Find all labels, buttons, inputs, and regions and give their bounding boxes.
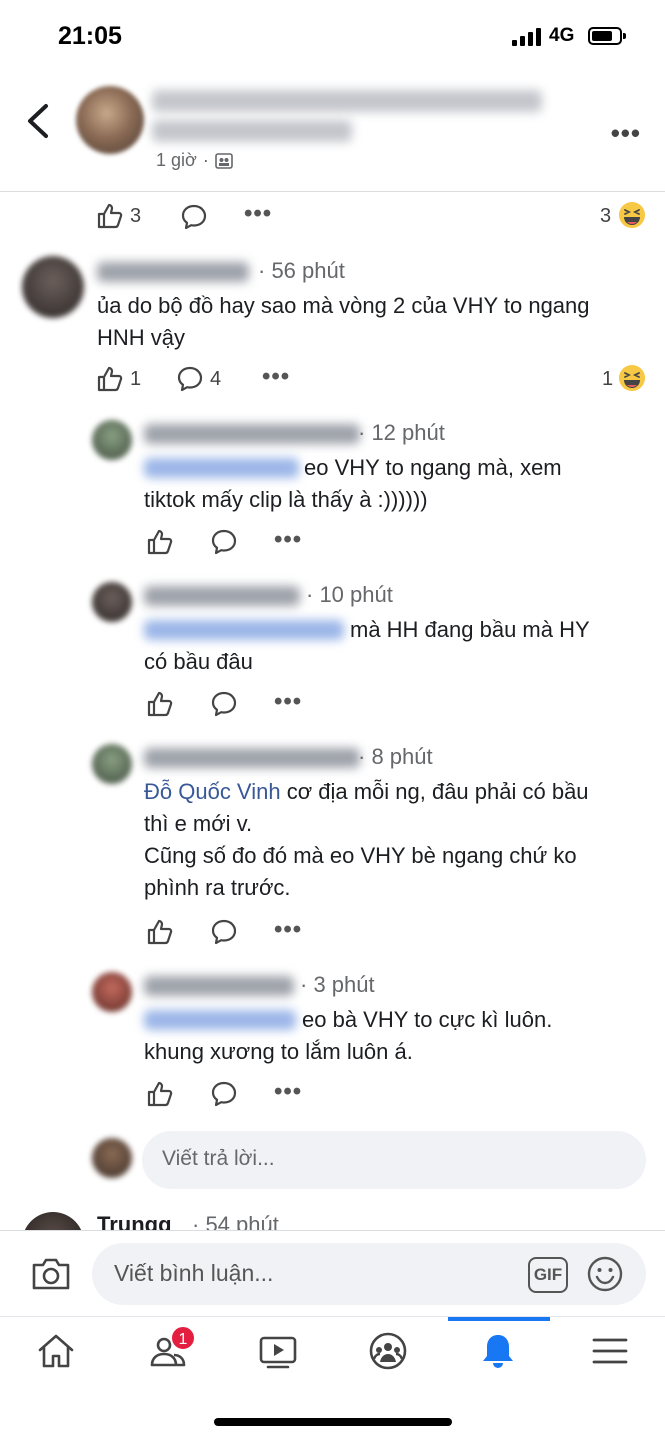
reply-mention-link[interactable]: Đỗ Quốc Vinh [144,779,281,804]
comment-icon [177,366,203,392]
comment-input[interactable]: Viết bình luận... GIF [92,1243,646,1305]
post-like-button[interactable]: 3 [96,202,141,230]
commenter-name-blurred[interactable] [97,262,249,282]
reply-text-line2: có bầu đâu [144,649,253,674]
home-indicator[interactable] [214,1418,452,1426]
like-icon[interactable] [146,1080,174,1108]
group-privacy-icon [215,152,233,169]
post-header: 1 giờ · ••• [0,70,665,192]
comment-time: · 56 phút [258,258,345,283]
reply-text-line1: Đỗ Quốc Vinh cơ địa mỗi ng, đâu phải có … [144,776,654,808]
commenter-avatar[interactable] [22,256,84,318]
watch-icon [259,1336,297,1369]
reply-avatar[interactable] [92,420,132,460]
haha-emoji-icon [619,365,645,391]
reply-text-line1: mà HH đang bầu mà HY [350,617,590,642]
reply-avatar[interactable] [92,582,132,622]
post-comment-icon[interactable] [180,203,208,231]
reply-placeholder: Viết trả lời... [162,1147,275,1170]
comment-icon[interactable] [210,690,238,718]
status-bar: 21:05 4G [0,0,665,70]
reply-name-blurred[interactable] [144,586,300,606]
comment-composer: Viết bình luận... GIF [0,1230,665,1316]
reply-avatar[interactable] [92,972,132,1012]
nav-watch[interactable] [238,1317,318,1391]
reply-text-part: cơ địa mỗi ng, đâu phải có bầu [280,779,589,804]
reply-time: · 3 phút [300,972,375,997]
network-label: 4G [549,25,575,46]
reply-text-line1: eo bà VHY to cực kì luôn. [302,1007,553,1032]
group-name-blurred[interactable] [152,120,352,142]
comment-text: ủa do bộ đồ hay sao mà vòng 2 của VHY to… [97,293,590,350]
comment-more-icon[interactable]: ••• [262,363,290,391]
battery-icon [588,27,626,45]
nav-home[interactable] [16,1317,96,1391]
post-reaction-count: 3 [600,205,612,227]
home-icon [38,1334,74,1368]
like-icon[interactable] [146,528,174,556]
reply-mention-blurred[interactable] [144,1010,296,1030]
more-icon[interactable]: ••• [274,1078,302,1106]
comment-like-button[interactable]: 1 [96,365,141,393]
post-more-icon[interactable]: ••• [244,200,272,228]
reply-time: · 10 phút [306,582,393,607]
back-icon[interactable] [22,100,56,142]
reply-text-line2: tiktok mấy clip là thấy à :)))))) [144,487,428,512]
reply-text-line2: khung xương to lắm luôn á. [144,1039,413,1064]
groups-icon [369,1332,407,1370]
reply-avatar[interactable] [92,744,132,784]
like-icon[interactable] [146,918,174,946]
camera-icon[interactable] [30,1253,72,1293]
more-icon[interactable]: ••• [274,916,302,944]
comment-icon[interactable] [210,918,238,946]
nav-notifications[interactable] [458,1317,538,1391]
bell-icon [483,1335,513,1368]
status-time: 21:05 [58,22,122,50]
comment-reply-count: 4 [210,367,222,390]
author-name-blurred[interactable] [152,90,542,112]
comment-reply-button[interactable]: 4 [176,365,221,393]
gif-icon[interactable]: GIF [528,1257,568,1293]
menu-icon [592,1338,628,1364]
my-avatar [92,1138,132,1178]
post-time: 1 giờ [156,150,197,170]
reply-name-blurred[interactable] [144,976,294,996]
reply-name-blurred[interactable] [144,748,360,768]
comment-like-count: 1 [130,367,142,390]
reply-text-rest: thì e mới v. Cũng số đo đó mà eo VHY bè … [144,811,577,900]
meta-separator: · [202,150,209,170]
more-icon[interactable]: ••• [274,526,302,554]
nav-menu[interactable] [570,1317,650,1391]
reply-input[interactable]: Viết trả lời... [142,1131,646,1189]
signal-icon [512,28,542,46]
author-avatar[interactable] [76,86,144,154]
post-meta: 1 giờ · [156,150,233,171]
friends-badge: 1 [170,1325,196,1351]
comment-icon[interactable] [210,528,238,556]
reply-mention-blurred[interactable] [144,620,344,640]
nav-friends[interactable]: 1 [128,1317,208,1391]
post-like-count: 3 [130,204,142,227]
more-icon[interactable]: ••• [274,688,302,716]
comment-icon[interactable] [210,1080,238,1108]
like-icon[interactable] [146,690,174,718]
reply-time: · 12 phút [358,420,445,445]
bottom-nav: 1 [0,1316,665,1390]
reply-mention-blurred[interactable] [144,458,299,478]
nav-groups[interactable] [348,1317,428,1391]
haha-emoji-icon [619,202,645,228]
reply-name-blurred[interactable] [144,424,360,444]
like-icon [97,203,123,229]
comment-placeholder: Viết bình luận... [114,1260,274,1286]
emoji-icon[interactable] [586,1255,624,1293]
like-icon [97,366,123,392]
reply-time: · 8 phút [358,744,433,769]
reply-text-line1: eo VHY to ngang mà, xem [304,455,562,480]
comment-reaction-count: 1 [602,368,614,390]
more-options-icon[interactable]: ••• [611,118,641,149]
